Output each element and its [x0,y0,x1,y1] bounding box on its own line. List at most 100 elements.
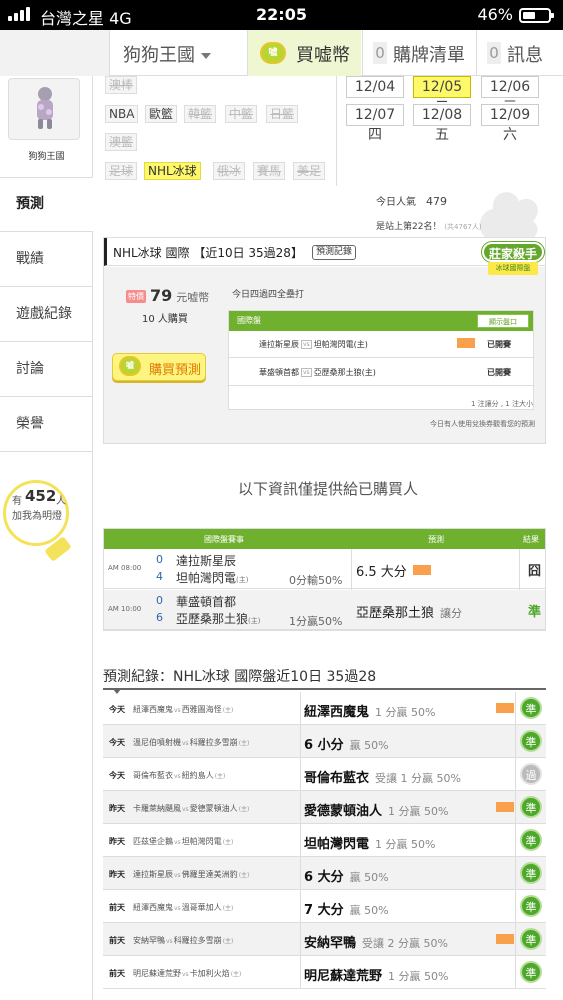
record-day: 昨天 [109,870,125,879]
tag-american-football[interactable]: 美足 [293,162,326,180]
show-odds-button[interactable]: 顯示盤口 [477,314,529,328]
pick: 亞歷桑那土狼 讓分 [356,606,463,621]
results-header: 國際盤賽事 預測 結果 [104,529,545,549]
result-mark: 準 [528,605,542,620]
menu-area[interactable] [0,30,110,76]
sidebar-item-discuss[interactable]: 討論 [0,342,93,397]
record-pick: 安納罕鴨 受讓 2 分贏 50% [304,936,448,951]
hot-pick-icon [496,703,514,713]
site-switcher[interactable]: 狗狗王國 [123,41,211,67]
tag-nhl[interactable]: NHL冰球 [144,162,201,180]
messages-tab[interactable]: 0 訊息 [476,30,563,76]
bulb-suffix: 人 [56,496,66,507]
divider [515,725,516,758]
tag-euro-basketball[interactable]: 歐籃 [145,105,178,123]
messages-count: 0 [487,42,501,64]
divider [336,76,337,186]
record-match: 溫尼伯噴射機vs科羅拉多雪崩(主) [133,738,250,747]
result-badge-icon: 準 [520,862,542,884]
tag-china-basketball[interactable]: 中籃 [225,105,258,123]
top-nav: 狗狗王國 噓 買嘘幣 0 購牌清單 0 訊息 [0,30,563,76]
record-pick: 6 小分贏 50% [304,738,389,753]
list-item: 前天 明尼蘇達荒野vs卡加利火焰(主) 明尼蘇達荒野 1 分贏 50% 準 [103,956,546,989]
buy-coin-label: 買嘘幣 [296,45,350,66]
buy-prediction-button[interactable]: 噓 購買預測 [112,353,206,381]
prediction-body: 特價 79 元嘘幣 10 人購買 噓 購買預測 今日四過四全壘打 國際盤 顯示盤口 … [104,267,545,443]
record-match: 安納罕鴨vs科羅拉多雪崩(主) [133,936,234,945]
hot-pick-icon [412,565,431,575]
team-name: 亞歷桑那土狼(主) [176,612,261,626]
table-row: AM 10:00 0 華盛頓首都 6 亞歷桑那土狼(主) 1分贏50% 亞歷桑那… [104,590,545,630]
divider [300,923,301,956]
record-day: 昨天 [109,837,125,846]
col-header: 國際盤賽事 [204,535,244,544]
sidebar-item-record[interactable]: 戰績 [0,232,93,287]
bulb-text: 加我為明燈 [12,511,62,522]
sidebar-item-honor[interactable]: 榮譽 [0,397,93,452]
record-day: 今天 [109,738,125,747]
list-item: 昨天 達拉斯星辰vs佛羅里達美洲豹(主) 6 大分贏 50% 準 [103,857,546,890]
col-header: 結果 [523,535,539,544]
buy-prediction-label: 購買預測 [149,363,202,378]
record-match: 卡羅萊納颶風vs愛德蒙頓油人(主) [133,804,250,813]
record-day: 前天 [109,969,125,978]
voucher-note: 今日有人使用兌換券觀看您的預測 [430,420,535,428]
result-badge-icon: 準 [520,895,542,917]
hot-pick-icon [457,338,475,348]
record-match: 達拉斯星辰vs佛羅里達美洲豹(主) [133,870,250,879]
sidebar-item-game-log[interactable]: 遊戲紀錄 [0,287,93,342]
result-badge-icon: 準 [520,796,542,818]
tag-nba[interactable]: NBA [105,105,139,123]
tag-football[interactable]: 足球 [105,162,138,180]
tag-japan-basketball[interactable]: 日籃 [266,105,299,123]
record-pick: 6 大分贏 50% [304,870,389,885]
result-badge-icon: 準 [520,961,542,983]
tag-horse-racing[interactable]: 賽馬 [253,162,286,180]
date-12-07[interactable]: 12/07 四 [346,104,404,143]
pick: 6.5 大分 [356,561,431,580]
divider [515,791,516,824]
badge-title: 莊家殺手 [482,242,544,262]
date-12-04[interactable]: 12/04 一 [346,76,404,115]
divider [300,956,301,989]
date-12-05[interactable]: 12/05 二 [413,76,471,115]
date-12-08[interactable]: 12/08 五 [413,104,471,143]
team-name: 坦帕灣閃電(主) [176,571,249,585]
record-match: 哥倫布藍衣vs紐約島人(主) [133,771,226,780]
buy-coin-tab[interactable]: 噓 買嘘幣 [247,30,361,76]
list-item: 前天 紐澤西魔鬼vs溫哥華加人(主) 7 大分贏 50% 準 [103,890,546,923]
tag-russia-hockey[interactable]: 俄冰 [213,162,246,180]
score: 4 [156,570,163,583]
intl-panel-header: 國際盤 顯示盤口 [229,311,533,331]
coin-icon: 噓 [119,356,141,376]
col-header: 預測 [428,535,444,544]
odds: 1分贏50% [289,615,343,628]
list-item: 昨天 匹茲堡企鵝vs坦帕灣閃電(主) 坦帕灣閃電 1 分贏 50% 準 [103,824,546,857]
buy-list-tab[interactable]: 0 購牌清單 [362,30,476,76]
date-12-06[interactable]: 12/06 三 [481,76,539,115]
price: 特價 79 元嘘幣 [126,286,210,305]
vs-badge: vs [301,340,312,349]
match-status: 已開賽 [487,368,511,377]
tag-aus-basketball[interactable]: 澳籃 [105,133,138,151]
prediction-intro: 今日四過四全壘打 [232,290,305,300]
tag-korea-basketball[interactable]: 韓籃 [184,105,217,123]
prediction-record-button[interactable]: 預測記錄 [312,245,357,260]
divider [300,791,301,824]
list-item: 今天 溫尼伯噴射機vs科羅拉多雪崩(主) 6 小分贏 50% 準 [103,725,546,758]
score: 6 [156,611,163,624]
divider [515,923,516,956]
avatar[interactable] [8,78,80,140]
tag-aus-baseball[interactable]: 澳棒 [105,76,138,94]
date-12-09[interactable]: 12/09 六 [481,104,539,143]
sidebar-item-predict[interactable]: 預測 [0,177,93,232]
prediction-header: NHL冰球 國際 【近10日 35過28】 預測記錄 [104,238,545,266]
match-time: AM 08:00 [108,564,142,572]
divider [300,857,301,890]
match-status: 已開賽 [487,340,511,349]
divider [300,725,301,758]
divider [300,758,301,791]
prediction-card: NHL冰球 國際 【近10日 35過28】 預測記錄 特價 79 元嘘幣 10 人購… [103,237,546,444]
follow-bulb[interactable]: 有 452 人 加我為明燈 [3,480,72,562]
score: 0 [156,553,163,566]
